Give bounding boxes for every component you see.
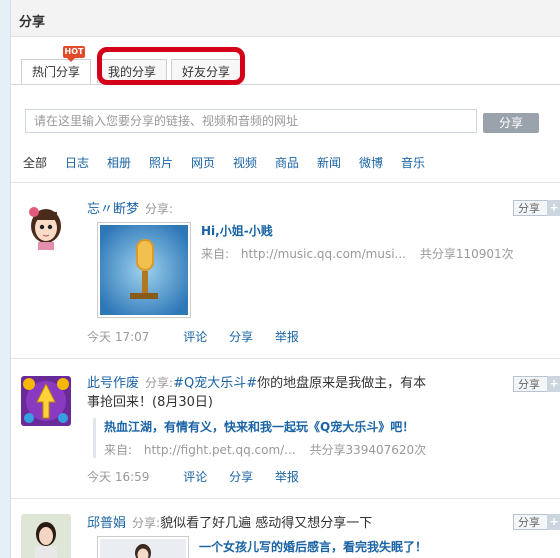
share-item-button[interactable]: 分享 + <box>513 514 560 530</box>
share-count: 共分享339407620次 <box>309 443 427 457</box>
share-item-label: 分享 <box>518 202 540 215</box>
plus-icon: + <box>547 376 560 392</box>
share-label: 分享: <box>145 202 174 216</box>
divider <box>11 498 560 499</box>
divider <box>11 358 560 359</box>
share-link[interactable]: 分享 <box>229 330 253 344</box>
music-thumbnail[interactable] <box>97 222 191 318</box>
avatar[interactable] <box>21 376 71 426</box>
comment-link[interactable]: 评论 <box>183 470 207 484</box>
share-item-label: 分享 <box>518 516 540 529</box>
share-panel: 分享 热门分享 HOT 我的分享 好友分享 请在这里输入您要分享的链接、视频和音… <box>10 0 560 558</box>
avatar[interactable] <box>21 200 71 250</box>
hot-badge: HOT <box>63 46 85 62</box>
timestamp: 今天 16:59 <box>87 470 150 484</box>
share-content: 一个女孩儿写的婚后感言，看完我失眠了！ <box>199 538 427 555</box>
category-blog[interactable]: 日志 <box>65 154 89 171</box>
category-news[interactable]: 新闻 <box>317 154 341 171</box>
source-url[interactable]: http://fight.pet.qq.com/... <box>144 443 296 457</box>
share-content: 热血江湖，有情有义，快来和我一起玩《Q宠大乐斗》吧！ 来自: http://fi… <box>93 418 426 458</box>
timestamp: 今天 17:07 <box>87 330 150 344</box>
user-name[interactable]: 此号作废 <box>87 376 139 391</box>
plus-icon: + <box>547 514 560 530</box>
shared-title[interactable]: 热血江湖，有情有义，快来和我一起玩《Q宠大乐斗》吧！ <box>104 418 426 435</box>
post-text: 你的地盘原来是我做主，有本 <box>257 376 427 391</box>
share-content: Hi,小姐-小贱 来自: http://music.qq.com/musi...… <box>201 222 514 262</box>
item-actions: 今天 17:07 评论 分享 举报 <box>87 328 299 345</box>
share-item-button[interactable]: 分享 + <box>513 376 560 392</box>
share-item-button[interactable]: 分享 + <box>513 200 560 216</box>
report-link[interactable]: 举报 <box>275 330 299 344</box>
category-video[interactable]: 视频 <box>233 154 257 171</box>
shared-title[interactable]: Hi,小姐-小贱 <box>201 222 514 239</box>
post-text-line2: 事抢回来！(8月30日) <box>87 395 213 410</box>
user-name[interactable]: 邱普娟 <box>87 516 126 531</box>
source-label: 来自: <box>201 247 230 261</box>
source-url[interactable]: http://music.qq.com/musi... <box>241 247 406 261</box>
share-label: 分享: <box>132 516 161 530</box>
share-tabs: 热门分享 HOT 我的分享 好友分享 <box>11 36 560 85</box>
category-webpage[interactable]: 网页 <box>191 154 215 171</box>
user-name[interactable]: 忘〃断梦 <box>87 202 139 217</box>
category-all[interactable]: 全部 <box>23 154 47 171</box>
item-actions: 今天 16:59 评论 分享 举报 <box>87 468 299 485</box>
highlight-annotation <box>97 47 245 85</box>
topic-tag[interactable]: #Q宠大乐斗# <box>173 376 257 391</box>
share-link[interactable]: 分享 <box>229 470 253 484</box>
category-weibo[interactable]: 微博 <box>359 154 383 171</box>
category-album[interactable]: 相册 <box>107 154 131 171</box>
avatar[interactable] <box>21 514 71 558</box>
share-submit-button[interactable]: 分享 <box>483 113 539 133</box>
comment-link[interactable]: 评论 <box>183 330 207 344</box>
post-text: 貌似看了好几遍 感动得又想分享一下 <box>160 516 373 531</box>
category-photo[interactable]: 照片 <box>149 154 173 171</box>
share-item-label: 分享 <box>518 378 540 391</box>
category-music[interactable]: 音乐 <box>401 154 425 171</box>
plus-icon: + <box>547 200 560 216</box>
article-thumbnail[interactable] <box>97 536 189 558</box>
panel-header: 分享 <box>11 0 560 37</box>
shared-title[interactable]: 一个女孩儿写的婚后感言，看完我失眠了！ <box>199 538 427 555</box>
report-link[interactable]: 举报 <box>275 470 299 484</box>
page-title: 分享 <box>19 15 46 30</box>
tab-hot-share[interactable]: 热门分享 <box>21 59 92 84</box>
source-label: 来自: <box>104 443 133 457</box>
divider <box>11 182 560 183</box>
share-label: 分享: <box>145 376 174 390</box>
share-url-input[interactable]: 请在这里输入您要分享的链接、视频和音频的网址 <box>25 109 477 133</box>
category-goods[interactable]: 商品 <box>275 154 299 171</box>
share-count: 共分享110901次 <box>419 247 514 261</box>
